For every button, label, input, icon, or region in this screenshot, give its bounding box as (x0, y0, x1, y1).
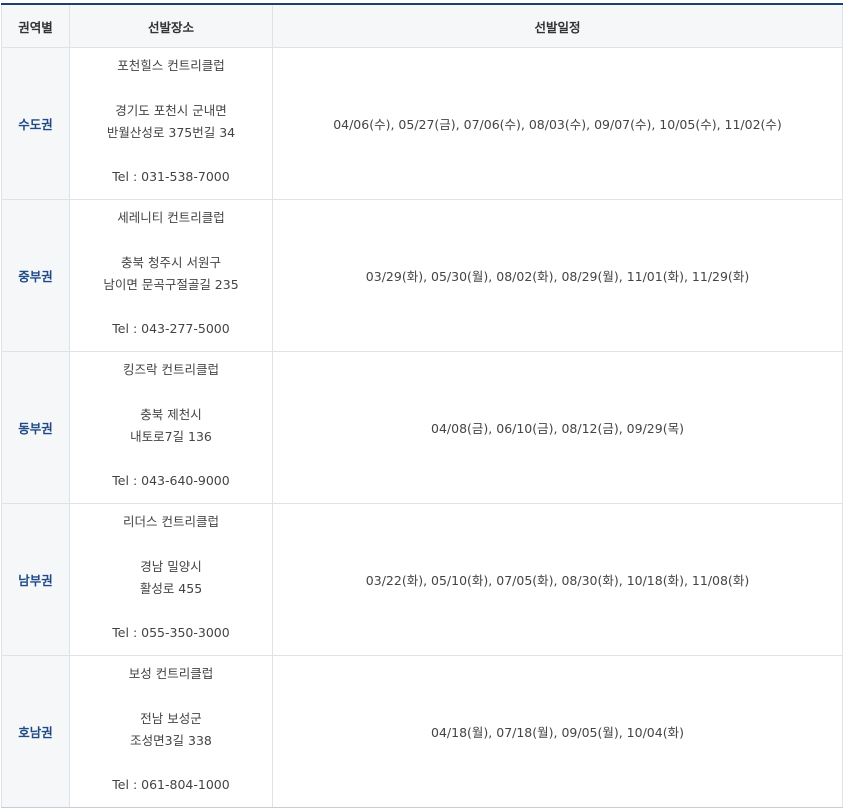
venue-name: 세레니티 컨트리클럽 (117, 210, 225, 225)
venue-tel: Tel : 031-538-7000 (112, 169, 230, 185)
venue-name: 킹즈락 컨트리클럽 (123, 362, 219, 377)
region-cell: 동부권 (1, 351, 70, 504)
header-venue: 선발장소 (69, 4, 273, 48)
region-cell: 호남권 (1, 655, 70, 808)
table-row: 남부권 리더스 컨트리클럽 경남 밀양시 활성로 455 Tel : 055-3… (1, 503, 843, 656)
schedule-cell: 03/22(화), 05/10(화), 07/05(화), 08/30(화), … (272, 503, 843, 656)
table-row: 동부권 킹즈락 컨트리클럽 충북 제천시 내토로7길 136 Tel : 043… (1, 351, 843, 504)
venue-address-line2: 남이면 문곡구절골길 235 (103, 276, 239, 292)
region-cell: 수도권 (1, 47, 70, 200)
venue-address-line1: 경남 밀양시 (140, 558, 202, 574)
table-header-row: 권역별 선발장소 선발일정 (1, 4, 843, 48)
table-row: 호남권 보성 컨트리클럽 전남 보성군 조성면3길 338 Tel : 061-… (1, 655, 843, 808)
venue-name: 보성 컨트리클럽 (128, 666, 214, 681)
venue-address-line2: 반월산성로 375번길 34 (106, 124, 236, 140)
venue-name: 리더스 컨트리클럽 (123, 514, 219, 529)
venue-cell: 세레니티 컨트리클럽 충북 청주시 서원구 남이면 문곡구절골길 235 Tel… (69, 199, 273, 352)
schedule-cell: 03/29(화), 05/30(월), 08/02(화), 08/29(월), … (272, 199, 843, 352)
region-cell: 중부권 (1, 199, 70, 352)
venue-address-line1: 경기도 포천시 군내면 (115, 102, 227, 118)
venue-address-line2: 활성로 455 (139, 580, 203, 596)
venue-tel: Tel : 043-640-9000 (112, 473, 230, 489)
venue-tel: Tel : 055-350-3000 (112, 625, 230, 641)
venue-cell: 리더스 컨트리클럽 경남 밀양시 활성로 455 Tel : 055-350-3… (69, 503, 273, 656)
venue-address-line1: 전남 보성군 (140, 710, 202, 726)
schedule-cell: 04/06(수), 05/27(금), 07/06(수), 08/03(수), … (272, 47, 843, 200)
venue-cell: 포천힐스 컨트리클럽 경기도 포천시 군내면 반월산성로 375번길 34 Te… (69, 47, 273, 200)
venue-tel: Tel : 043-277-5000 (112, 321, 230, 337)
venue-cell: 킹즈락 컨트리클럽 충북 제천시 내토로7길 136 Tel : 043-640… (69, 351, 273, 504)
selection-schedule-table-container: 권역별 선발장소 선발일정 수도권 포천힐스 컨트리클럽 경기도 포천시 군내면… (1, 3, 843, 808)
table-row: 중부권 세레니티 컨트리클럽 충북 청주시 서원구 남이면 문곡구절골길 235… (1, 199, 843, 352)
header-schedule: 선발일정 (272, 4, 843, 48)
table-row: 수도권 포천힐스 컨트리클럽 경기도 포천시 군내면 반월산성로 375번길 3… (1, 47, 843, 200)
venue-cell: 보성 컨트리클럽 전남 보성군 조성면3길 338 Tel : 061-804-… (69, 655, 273, 808)
region-cell: 남부권 (1, 503, 70, 656)
selection-schedule-table: 권역별 선발장소 선발일정 수도권 포천힐스 컨트리클럽 경기도 포천시 군내면… (1, 3, 843, 808)
schedule-cell: 04/08(금), 06/10(금), 08/12(금), 09/29(목) (272, 351, 843, 504)
venue-address-line1: 충북 제천시 (140, 406, 202, 422)
venue-name: 포천힐스 컨트리클럽 (117, 58, 225, 73)
venue-address-line2: 내토로7길 136 (130, 428, 212, 444)
venue-address-line2: 조성면3길 338 (130, 732, 212, 748)
schedule-cell: 04/18(월), 07/18(월), 09/05(월), 10/04(화) (272, 655, 843, 808)
header-region: 권역별 (1, 4, 70, 48)
venue-address-line1: 충북 청주시 서원구 (121, 254, 221, 270)
